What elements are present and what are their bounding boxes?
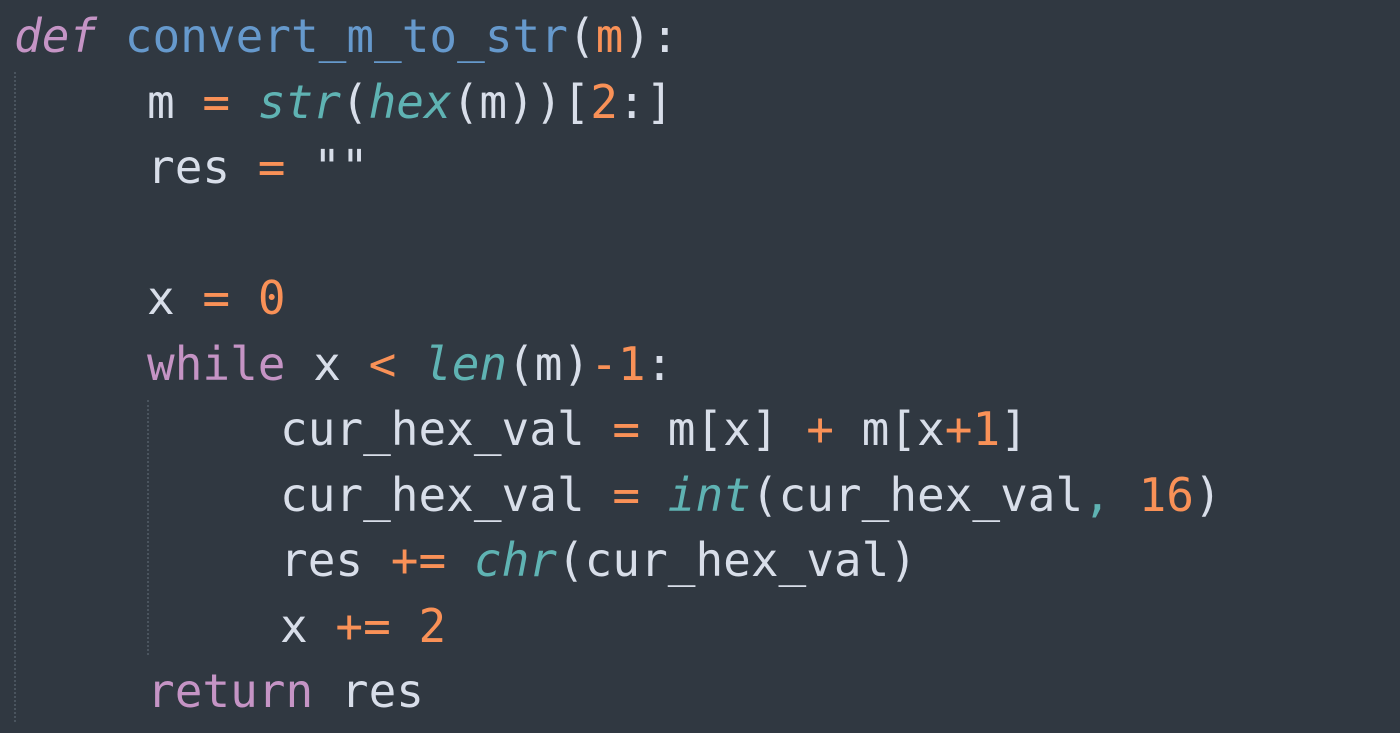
plus-operator: + — [806, 402, 834, 456]
number: 2 — [590, 74, 618, 129]
code-line-5: x = 0 — [14, 266, 1400, 332]
def-keyword: def — [14, 9, 98, 63]
variable: x — [313, 336, 341, 391]
number: 16 — [1138, 467, 1194, 522]
code-line-7: cur_hex_val = m[x] + m[x+1] — [14, 397, 1400, 463]
plus-operator: + — [944, 402, 973, 456]
plus-assign-operator: += — [335, 598, 391, 653]
builtin-int: int — [667, 467, 751, 522]
bracket: ] — [1000, 402, 1028, 456]
code-line-2: m = str(hex(m))[2:] — [14, 70, 1400, 136]
variable: res — [147, 140, 231, 194]
code-line-11: return res — [14, 659, 1400, 725]
variable: x — [280, 598, 308, 653]
parameter: m — [595, 9, 624, 63]
variable: x — [147, 271, 175, 325]
less-than-operator: < — [368, 336, 397, 391]
code-line-4-blank — [14, 201, 1400, 267]
paren: ( — [567, 9, 596, 63]
string-literal: "" — [313, 140, 369, 194]
number: 1 — [617, 336, 646, 391]
index-expr: m[x] — [667, 402, 779, 456]
variable: res — [280, 533, 364, 587]
builtin-chr: chr — [473, 533, 557, 587]
variable: cur_hex_val — [280, 402, 585, 456]
call-args: (cur_hex_val) — [556, 533, 918, 587]
assign-operator: = — [257, 140, 286, 194]
paren: ) — [1193, 467, 1222, 522]
variable: cur_hex_val — [280, 467, 585, 522]
while-keyword: while — [147, 336, 286, 391]
code-line-9: res += chr(cur_hex_val) — [14, 528, 1400, 594]
code-line-3: res = "" — [14, 135, 1400, 201]
call-args: (m) — [507, 336, 591, 391]
builtin-len: len — [424, 336, 508, 391]
builtin-str: str — [257, 74, 341, 129]
assign-operator: = — [612, 467, 641, 522]
assign-operator: = — [202, 271, 231, 325]
index-expr: m[x — [861, 402, 945, 456]
assign-operator: = — [612, 402, 641, 456]
comma: , — [1083, 467, 1111, 522]
plus-assign-operator: += — [390, 533, 447, 587]
call-args: (cur_hex_val — [750, 467, 1084, 522]
slice-rest: :] — [617, 74, 674, 129]
paren: ( — [340, 74, 369, 129]
colon: : — [645, 336, 674, 391]
variable: res — [340, 664, 424, 718]
variable: m — [147, 74, 175, 129]
builtin-hex: hex — [368, 74, 452, 129]
code-line-10: x += 2 — [14, 594, 1400, 660]
paren-colon: ): — [623, 9, 679, 63]
minus-operator: - — [590, 336, 618, 391]
function-name: convert_m_to_str — [124, 9, 568, 63]
code-editor[interactable]: def convert_m_to_str(m): m = str(hex(m))… — [0, 0, 1400, 733]
number: 1 — [972, 402, 1001, 456]
number: 0 — [257, 271, 286, 325]
return-keyword: return — [147, 664, 314, 718]
code-line-6: while x < len(m)-1: — [14, 332, 1400, 398]
call-args: (m))[ — [451, 74, 591, 129]
assign-operator: = — [202, 74, 231, 129]
code-line-1: def convert_m_to_str(m): — [14, 4, 1400, 70]
number: 2 — [418, 598, 447, 653]
code-line-8: cur_hex_val = int(cur_hex_val, 16) — [14, 463, 1400, 529]
